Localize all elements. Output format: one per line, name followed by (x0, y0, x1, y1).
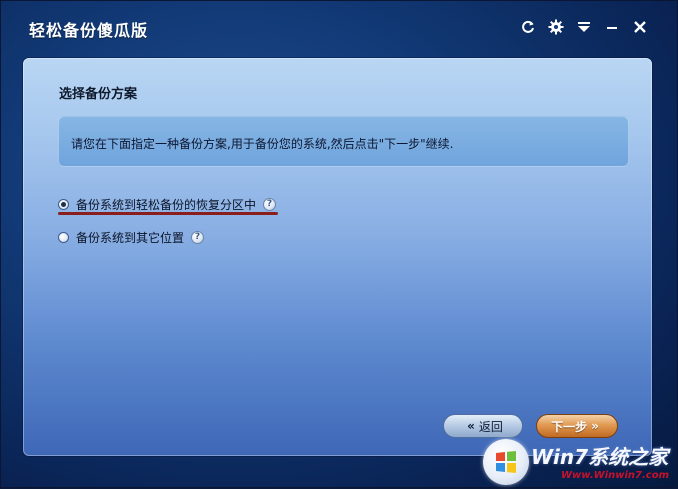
help-icon[interactable]: ? (263, 197, 277, 211)
option-label: 备份系统到其它位置 (76, 230, 185, 245)
title-bar[interactable]: 轻松备份傻瓜版 (1, 1, 678, 53)
option-other-location[interactable]: 备份系统到其它位置 ? (58, 227, 205, 247)
help-icon[interactable]: ? (191, 230, 205, 244)
watermark-title: Win7系统之家 (531, 445, 669, 469)
double-right-arrow-icon: » (591, 419, 599, 433)
section-title: 选择备份方案 (59, 87, 138, 102)
close-icon[interactable] (629, 16, 651, 38)
window-title: 轻松备份傻瓜版 (29, 21, 149, 40)
minimize-icon[interactable] (601, 16, 623, 38)
option-recovery-partition[interactable]: 备份系统到轻松备份的恢复分区中 ? (58, 194, 277, 214)
watermark: Win7系统之家 Www.Winwin7.com (481, 437, 678, 489)
info-text: 请您在下面指定一种备份方案,用于备份您的系统,然后点击"下一步"继续. (71, 137, 454, 151)
radio-button-selected[interactable] (58, 198, 69, 210)
back-button-label: 返回 (478, 419, 503, 434)
next-button-label: 下一步 (551, 419, 588, 434)
windows-logo-icon (483, 439, 529, 485)
refresh-icon[interactable] (517, 16, 539, 38)
option-label: 备份系统到轻松备份的恢复分区中 (76, 197, 257, 212)
dropdown-menu-icon[interactable] (573, 16, 595, 38)
app-window: 轻松备份傻瓜版 选择备份方案 请您在下面指定一种备份方案,用于备份您的系统,然后… (0, 0, 678, 488)
window-controls (517, 13, 651, 41)
gear-icon[interactable] (545, 16, 567, 38)
next-button[interactable]: 下一步 » (536, 414, 618, 438)
selection-underline (58, 212, 278, 215)
double-left-arrow-icon: « (467, 419, 475, 433)
watermark-url: Www.Winwin7.com (561, 470, 670, 481)
info-box: 请您在下面指定一种备份方案,用于备份您的系统,然后点击"下一步"继续. (58, 116, 629, 167)
content-panel: 选择备份方案 请您在下面指定一种备份方案,用于备份您的系统,然后点击"下一步"继… (23, 58, 652, 456)
back-button[interactable]: « 返回 (443, 414, 523, 438)
radio-button[interactable] (58, 231, 69, 243)
